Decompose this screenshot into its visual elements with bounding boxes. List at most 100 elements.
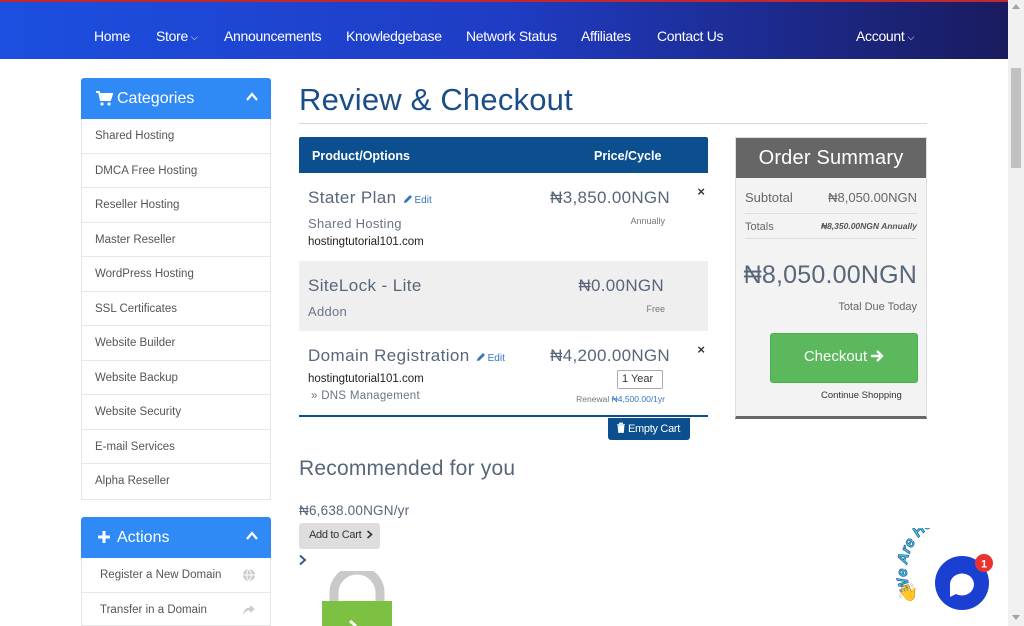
remove-item-button[interactable]: × — [697, 342, 705, 357]
title-divider — [299, 123, 927, 124]
summary-divider — [745, 213, 917, 214]
live-chat-widget[interactable]: We Are Here! 👋 1 — [893, 507, 1007, 626]
nav-network-status[interactable]: Network Status — [466, 28, 557, 44]
action-register-domain-label: Register a New Domain — [100, 569, 222, 581]
category-alpha-reseller[interactable]: Alpha Reseller — [82, 464, 270, 499]
page-scrollbar[interactable] — [1008, 0, 1024, 626]
actions-panel-header[interactable]: Actions — [81, 517, 271, 558]
category-website-builder[interactable]: Website Builder — [82, 326, 270, 361]
categories-title: Categories — [117, 90, 195, 107]
product-price: ₦3,850.00NGN — [550, 188, 670, 207]
nav-account-label: Account — [856, 28, 905, 44]
sitelock-icon — [322, 571, 392, 626]
continue-shopping-link[interactable]: Continue Shopping — [821, 390, 902, 401]
chevron-down-icon: ⌵ — [907, 32, 915, 42]
product-group: Shared Hosting — [308, 216, 402, 231]
actions-title: Actions — [117, 529, 170, 546]
nav-knowledgebase[interactable]: Knowledgebase — [346, 28, 442, 44]
subtotal-label: Subtotal — [745, 190, 793, 205]
subtotal-value: ₦8,050.00NGN — [828, 190, 917, 205]
edit-link[interactable]: Edit — [403, 195, 432, 206]
category-reseller-hosting[interactable]: Reseller Hosting — [82, 188, 270, 223]
cart-item-sitelock: SiteLock - Lite Addon ₦0.00NGN Free — [299, 261, 708, 331]
registration-term-select[interactable]: 1 Year — [617, 370, 663, 389]
add-to-cart-label: Add to Cart — [309, 529, 362, 541]
product-name: Stater Plan Edit — [308, 188, 432, 208]
totals-value: ₦8,350.00NGN Annually — [820, 221, 917, 231]
edit-label: Edit — [414, 195, 432, 206]
product-domain: hostingtutorial101.com — [308, 373, 424, 385]
waving-hand-icon: 👋 — [897, 583, 918, 603]
billing-cycle: Annually — [630, 216, 665, 226]
nav-affiliates[interactable]: Affiliates — [581, 28, 631, 44]
nav-home[interactable]: Home — [94, 28, 130, 44]
chevron-up-icon[interactable] — [245, 90, 259, 104]
nav-store-label: Store — [156, 28, 188, 44]
product-price: ₦0.00NGN — [578, 276, 664, 295]
product-name: SiteLock - Lite — [308, 276, 422, 295]
checkout-label: Checkout — [803, 348, 868, 365]
cart-bottom-border — [299, 415, 708, 417]
category-ssl-certificates[interactable]: SSL Certificates — [82, 292, 270, 326]
nav-store[interactable]: Store ⌵ — [156, 28, 198, 44]
product-group: Addon — [308, 304, 348, 319]
action-register-domain[interactable]: Register a New Domain — [82, 558, 270, 593]
checkout-button[interactable]: Checkout — [770, 333, 918, 383]
category-email-services[interactable]: E-mail Services — [82, 430, 270, 464]
action-transfer-domain[interactable]: Transfer in a Domain — [82, 593, 270, 626]
unread-badge: 1 — [981, 559, 987, 571]
totals-label: Totals — [745, 221, 774, 233]
category-website-backup[interactable]: Website Backup — [82, 361, 270, 395]
recommended-price: ₦6,638.00NGN/yr — [299, 503, 410, 518]
scroll-up-arrow-icon[interactable] — [1012, 4, 1020, 9]
arrow-right-icon — [871, 350, 884, 362]
share-icon — [243, 604, 255, 615]
empty-cart-button[interactable]: Empty Cart — [608, 418, 690, 440]
action-transfer-domain-label: Transfer in a Domain — [100, 603, 207, 616]
order-summary-title: Order Summary — [736, 138, 926, 178]
scroll-thumb[interactable] — [1011, 68, 1021, 168]
dns-management-addon: » DNS Management — [311, 390, 420, 402]
edit-label: Edit — [487, 353, 505, 364]
col-price-cycle: Price/Cycle — [594, 149, 662, 163]
edit-link[interactable]: Edit — [476, 353, 505, 364]
category-shared-hosting[interactable]: Shared Hosting — [82, 119, 270, 154]
renewal-value: ₦4,500.00/1yr — [611, 394, 665, 404]
category-wordpress-hosting[interactable]: WordPress Hosting — [82, 257, 270, 292]
nav-announcements[interactable]: Announcements — [224, 28, 322, 44]
actions-list: Register a New Domain Transfer in a Doma… — [81, 558, 271, 626]
remove-item-button[interactable]: × — [697, 184, 705, 199]
add-to-cart-button[interactable]: Add to Cart — [299, 523, 380, 549]
recommended-title: Recommended for you — [299, 457, 516, 480]
nav-account[interactable]: Account ⌵ — [856, 28, 914, 44]
product-name-text: Domain Registration — [308, 346, 470, 365]
page-title: Review & Checkout — [299, 82, 573, 117]
product-name: Domain Registration Edit — [308, 346, 505, 366]
chevron-up-icon[interactable] — [245, 529, 259, 543]
pencil-icon — [403, 195, 412, 203]
col-product-options: Product/Options — [312, 149, 410, 163]
category-dmca-free-hosting[interactable]: DMCA Free Hosting — [82, 154, 270, 188]
pencil-icon — [476, 353, 485, 361]
order-summary: Order Summary Subtotal ₦8,050.00NGN Tota… — [735, 137, 927, 419]
chevron-down-icon: ⌵ — [190, 32, 198, 42]
empty-cart-label: Empty Cart — [628, 423, 681, 435]
scroll-down-arrow-icon[interactable] — [1012, 615, 1020, 620]
category-website-security[interactable]: Website Security — [82, 395, 270, 430]
nav-contact-us[interactable]: Contact Us — [657, 28, 724, 44]
cart-item-stater-plan: Stater Plan Edit Shared Hosting hostingtu… — [299, 173, 708, 261]
cart-item-domain-registration: Domain Registration Edit hostingtutorial1… — [299, 331, 708, 415]
plus-icon — [98, 531, 110, 543]
categories-panel-header[interactable]: Categories — [81, 78, 271, 119]
chevron-right-icon — [367, 530, 373, 539]
expand-chevron-icon[interactable] — [298, 554, 308, 566]
chat-bubble-icon[interactable]: We Are Here! 👋 1 — [893, 507, 1007, 626]
billing-cycle: Free — [646, 304, 665, 314]
category-master-reseller[interactable]: Master Reseller — [82, 223, 270, 257]
summary-divider — [745, 238, 917, 239]
product-domain: hostingtutorial101.com — [308, 236, 424, 248]
product-price: ₦4,200.00NGN — [550, 346, 670, 365]
cart-icon — [96, 91, 113, 106]
renewal-label: Renewal — [576, 394, 610, 404]
trash-icon — [617, 422, 625, 433]
